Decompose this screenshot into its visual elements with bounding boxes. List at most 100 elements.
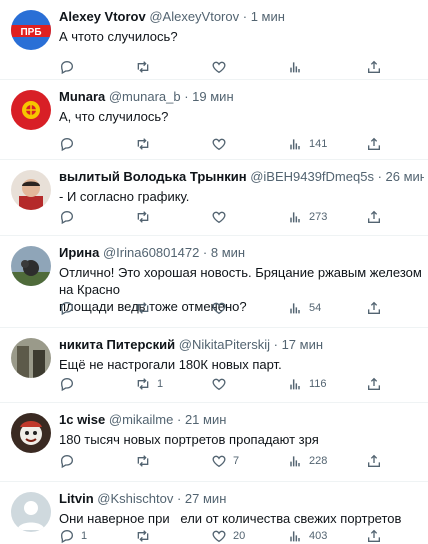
share-button[interactable]: [366, 58, 382, 76]
tweet[interactable]: никита Питерский @NikitaPiterskij · 17 м…: [0, 328, 428, 403]
reply-button[interactable]: [59, 375, 81, 393]
share-icon: [368, 137, 380, 150]
display-name[interactable]: никита Питерский: [59, 337, 175, 352]
display-name[interactable]: Alexey Vtorov: [59, 9, 146, 24]
views-button[interactable]: 54: [287, 299, 321, 317]
like-button[interactable]: 7: [211, 452, 239, 470]
avatar[interactable]: [11, 338, 51, 378]
reply-icon: [60, 529, 74, 544]
timestamp[interactable]: 1 мин: [251, 9, 285, 24]
share-button[interactable]: [366, 375, 382, 393]
avatar[interactable]: [11, 246, 51, 286]
retweet-icon: [137, 455, 149, 467]
tweet[interactable]: 1c wise @mikailme · 21 мин 180 тысяч нов…: [0, 403, 428, 482]
retweet-button[interactable]: [135, 208, 157, 226]
views-icon: [290, 62, 300, 73]
display-name[interactable]: вылитый Володька Трынкин: [59, 169, 247, 184]
views-button[interactable]: 403: [287, 527, 327, 544]
like-button[interactable]: [211, 208, 233, 226]
reply-button[interactable]: 1: [59, 527, 87, 544]
reply-button[interactable]: [59, 452, 81, 470]
reply-icon: [60, 137, 74, 152]
retweet-icon: [137, 378, 149, 390]
share-button[interactable]: [366, 208, 382, 226]
handle[interactable]: @munara_b: [109, 89, 181, 104]
views-button[interactable]: 273: [287, 208, 327, 226]
handle[interactable]: @iBEH9439fDmeq5s: [250, 169, 374, 184]
like-button[interactable]: [211, 375, 233, 393]
reply-count: 1: [81, 530, 88, 542]
views-count: 403: [309, 530, 328, 542]
retweet-icon: [137, 211, 149, 223]
views-button[interactable]: [287, 58, 309, 76]
views-button[interactable]: 141: [287, 135, 327, 153]
views-icon: [290, 379, 300, 390]
retweet-button[interactable]: 1: [135, 375, 163, 393]
handle[interactable]: @Irina60801472: [103, 245, 199, 260]
views-icon: [290, 456, 300, 467]
reply-icon: [60, 210, 74, 225]
tweet-header: Alexey Vtorov @AlexeyVtorov · 1 мин: [59, 9, 285, 24]
handle[interactable]: @mikailme: [109, 412, 173, 427]
reply-button[interactable]: [59, 299, 81, 317]
retweet-button[interactable]: [135, 135, 157, 153]
share-button[interactable]: [366, 299, 382, 317]
timestamp[interactable]: 8 мин: [211, 245, 245, 260]
share-button[interactable]: [366, 527, 382, 544]
tweet-text: 180 тысяч новых портретов пропадают зря: [59, 432, 319, 447]
timestamp[interactable]: 26 мин: [386, 169, 424, 184]
avatar[interactable]: [11, 413, 51, 453]
share-icon: [368, 60, 380, 73]
tweet-header: Ирина @Irina60801472 · 8 мин: [59, 245, 246, 260]
retweet-button[interactable]: [135, 58, 157, 76]
timestamp[interactable]: 27 мин: [185, 491, 226, 506]
display-name[interactable]: Munara: [59, 89, 105, 104]
retweet-button[interactable]: [135, 452, 157, 470]
avatar[interactable]: ПРБ: [11, 10, 51, 50]
avatar[interactable]: [11, 492, 51, 532]
tweet-text: Ещё не настрогали 180К новых парт.: [59, 357, 282, 372]
like-button[interactable]: [211, 58, 233, 76]
tweet[interactable]: вылитый Володька Трынкин @iBEH9439fDmeq5…: [0, 160, 428, 236]
handle[interactable]: @Kshischtov: [97, 491, 173, 506]
timestamp[interactable]: 21 мин: [185, 412, 226, 427]
handle[interactable]: @AlexeyVtorov: [149, 9, 239, 24]
tweet[interactable]: ПРБ Alexey Vtorov @AlexeyVtorov · 1 мин …: [0, 0, 428, 80]
reply-button[interactable]: [59, 58, 81, 76]
retweet-button[interactable]: [135, 299, 157, 317]
avatar[interactable]: [11, 170, 51, 210]
like-button[interactable]: [211, 135, 233, 153]
tweet-actions: 1 20 403: [59, 527, 390, 544]
reply-icon: [60, 377, 74, 392]
like-button[interactable]: [211, 299, 233, 317]
views-count: 141: [309, 138, 328, 150]
timestamp[interactable]: 17 мин: [282, 337, 323, 352]
heart-icon: [212, 61, 226, 74]
tweet-actions: [59, 58, 390, 76]
tweet[interactable]: Munara @munara_b · 19 мин А, что случило…: [0, 80, 428, 160]
share-button[interactable]: [366, 452, 382, 470]
retweet-icon: [137, 138, 149, 150]
reply-button[interactable]: [59, 135, 81, 153]
like-button[interactable]: 20: [211, 527, 245, 544]
reply-button[interactable]: [59, 208, 81, 226]
share-icon: [368, 377, 380, 390]
views-icon: [290, 212, 300, 223]
timestamp[interactable]: 19 мин: [192, 89, 233, 104]
display-name[interactable]: Ирина: [59, 245, 99, 260]
tweet-text: - И согласно графику.: [59, 189, 190, 204]
handle[interactable]: @NikitaPiterskij: [179, 337, 270, 352]
retweet-button[interactable]: [135, 527, 157, 544]
share-button[interactable]: [366, 135, 382, 153]
display-name[interactable]: Litvin: [59, 491, 94, 506]
views-button[interactable]: 116: [287, 375, 327, 393]
tweet-text: А, что случилось?: [59, 109, 169, 124]
display-name[interactable]: 1c wise: [59, 412, 105, 427]
tweet-text: А чтото случилось?: [59, 29, 178, 44]
heart-icon: [212, 455, 226, 468]
avatar[interactable]: [11, 90, 51, 130]
views-icon: [290, 303, 300, 314]
tweet[interactable]: Litvin @Kshischtov · 27 мин Они наверное…: [0, 482, 428, 544]
tweet[interactable]: Ирина @Irina60801472 · 8 мин Отлично! Эт…: [0, 236, 428, 328]
views-button[interactable]: 228: [287, 452, 327, 470]
